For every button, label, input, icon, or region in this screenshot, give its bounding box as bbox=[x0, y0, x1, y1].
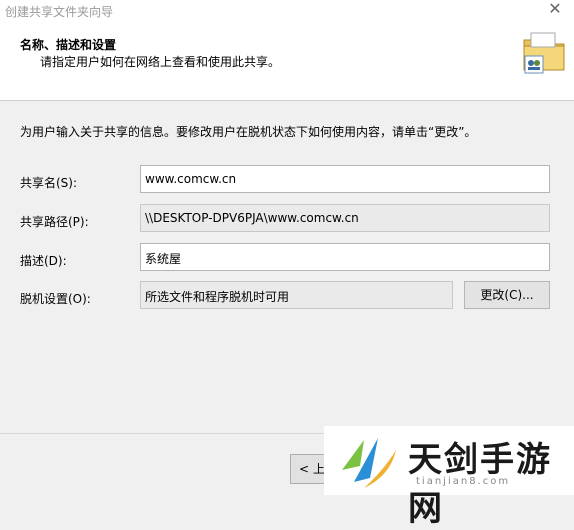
share-name-label: 共享名(S): bbox=[20, 176, 78, 190]
share-path-field: \\DESKTOP-DPV6PJA\www.comcw.cn bbox=[140, 204, 550, 232]
description-input[interactable]: 系统屋 bbox=[140, 243, 550, 271]
offline-settings-label: 脱机设置(O): bbox=[20, 292, 91, 306]
wizard-content: 为用户输入关于共享的信息。要修改用户在脱机状态下如何使用内容，请单击“更改”。 … bbox=[0, 101, 574, 433]
description-label: 描述(D): bbox=[20, 254, 67, 268]
shared-folder-icon bbox=[523, 32, 565, 74]
window-title: 创建共享文件夹向导 bbox=[5, 5, 114, 19]
page-subtitle: 请指定用户如何在网络上查看和使用此共享。 bbox=[40, 55, 281, 69]
offline-settings-field: 所选文件和程序脱机时可用 bbox=[140, 281, 453, 309]
instruction-text: 为用户输入关于共享的信息。要修改用户在脱机状态下如何使用内容，请单击“更改”。 bbox=[20, 125, 477, 139]
watermark: 天剑手游网 tianjian8.com bbox=[324, 426, 574, 529]
change-button[interactable]: 更改(C)... bbox=[464, 281, 550, 309]
wizard-header: 名称、描述和设置 请指定用户如何在网络上查看和使用此共享。 bbox=[0, 22, 574, 101]
title-bar: 创建共享文件夹向导 ✕ bbox=[0, 0, 574, 22]
share-path-label: 共享路径(P): bbox=[20, 215, 89, 229]
watermark-url: tianjian8.com bbox=[416, 476, 511, 487]
page-title: 名称、描述和设置 bbox=[20, 38, 117, 52]
share-name-input[interactable]: www.comcw.cn bbox=[140, 165, 550, 193]
close-icon[interactable]: ✕ bbox=[546, 0, 564, 18]
sword-logo-icon bbox=[342, 438, 396, 488]
